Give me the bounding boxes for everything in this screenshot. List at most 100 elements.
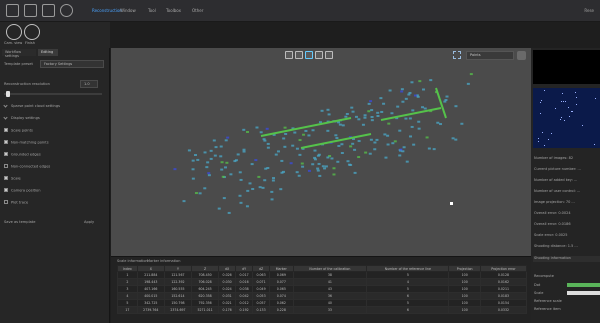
- checkbox-icon[interactable]: [4, 176, 8, 180]
- check-icon[interactable]: [24, 24, 40, 40]
- point-marker: [357, 140, 361, 143]
- export-icon[interactable]: [42, 4, 55, 17]
- menu-window[interactable]: Window: [120, 8, 136, 13]
- checkbox-icon[interactable]: [4, 152, 8, 156]
- point-marker: [213, 154, 217, 157]
- table-cell: 0.065: [269, 285, 294, 293]
- cursor-point: [450, 202, 453, 205]
- checkbox-scale-points[interactable]: Scale points: [4, 128, 33, 133]
- checkbox-grounded-edges[interactable]: Grounded edges: [4, 152, 41, 157]
- checkbox-icon[interactable]: [4, 164, 8, 168]
- checkbox-non-matching[interactable]: Non-matching points: [4, 140, 49, 145]
- checkbox-label: Non-matching points: [11, 140, 49, 145]
- tab-scale-information[interactable]: Scale information: [117, 259, 148, 263]
- camera-marker: [548, 139, 549, 140]
- checkbox-plot-trace[interactable]: Plot trace: [4, 200, 28, 205]
- table-cell: 100: [448, 306, 481, 314]
- resolution-slider[interactable]: [4, 91, 102, 97]
- menubar-right-text[interactable]: Rese: [584, 8, 594, 13]
- point-marker: [245, 130, 249, 133]
- checkbox-label: Plot trace: [11, 200, 29, 205]
- table-cell: 122.392: [163, 278, 193, 286]
- point-marker: [289, 162, 293, 165]
- checkbox-scale[interactable]: Scale: [4, 176, 21, 181]
- camera-marker: [561, 101, 562, 102]
- table-cell: 792.356: [190, 299, 220, 307]
- apply-button[interactable]: Apply: [84, 220, 94, 224]
- checkbox-icon[interactable]: [4, 140, 8, 144]
- color-row-ref-item: Reference item: [534, 307, 561, 311]
- table-cell: 160.555: [163, 285, 193, 293]
- point-marker: [224, 139, 228, 142]
- info-line: Overall error: 0.0186: [534, 222, 571, 226]
- menu-reconstruction[interactable]: Reconstruction: [92, 8, 122, 13]
- table-cell: 0.071: [252, 278, 271, 286]
- table-row[interactable]: 5 342.725 150.798 792.356 0.021 0.012 0.057 0.0…: [117, 299, 528, 307]
- point-marker: [345, 112, 349, 115]
- table-row[interactable]: 3 407.166 160.555 604.245 0.024 0.038 0.049 0.0…: [117, 285, 528, 293]
- 3d-viewport[interactable]: Points: [111, 48, 531, 256]
- camera-marker: [540, 102, 541, 103]
- table-row[interactable]: 4 400.015 152.614 620.358 0.031 0.042 0.053 0.0…: [117, 292, 528, 300]
- table-cell: 0.049: [252, 285, 271, 293]
- point-marker: [251, 188, 255, 191]
- tab-workflow-settings[interactable]: Workflow settings: [2, 49, 36, 58]
- point-marker: [222, 197, 226, 200]
- point-marker: [219, 145, 223, 148]
- point-marker: [407, 93, 411, 96]
- save-icon[interactable]: [6, 4, 19, 17]
- point-marker: [386, 143, 390, 146]
- point-marker: [444, 99, 448, 102]
- point-marker: [425, 136, 429, 139]
- checkbox-icon[interactable]: [4, 128, 8, 132]
- point-marker: [274, 153, 278, 156]
- point-marker: [384, 156, 388, 159]
- point-marker: [242, 150, 246, 153]
- checkbox-camera-position[interactable]: Camera position: [4, 188, 40, 193]
- point-marker: [361, 123, 365, 126]
- scale-color-swatch[interactable]: [567, 291, 600, 295]
- display-section[interactable]: Display settings: [3, 115, 40, 120]
- action-toolbar: Cam. view Finish: [0, 22, 110, 48]
- table-cell: 0.0162: [479, 278, 528, 286]
- point-marker: [390, 112, 394, 115]
- play-icon[interactable]: [6, 24, 22, 40]
- template-label: Template preset: [4, 62, 33, 66]
- resolution-input[interactable]: 1.0: [80, 80, 98, 88]
- table-cell: 100: [448, 271, 481, 279]
- tab-marker-information[interactable]: Marker information: [147, 259, 180, 263]
- open-folder-icon[interactable]: [24, 4, 37, 17]
- point-marker: [246, 189, 250, 192]
- point-marker: [221, 175, 225, 178]
- point-marker: [239, 178, 243, 181]
- point-marker: [388, 89, 392, 92]
- checkbox-non-connected[interactable]: Non-connected edges: [4, 164, 50, 169]
- save-template-button[interactable]: Save as template: [4, 220, 35, 224]
- table-row[interactable]: 2 198.443 122.392 706.028 0.030 0.016 0.071 0.0…: [117, 278, 528, 286]
- point-marker: [182, 200, 186, 203]
- point-marker: [280, 159, 284, 162]
- table-row[interactable]: 17 2739.764 2374.697 5271.011 0.176 0.192 0.13…: [117, 306, 528, 314]
- menu-toolbox[interactable]: Toolbox: [166, 8, 181, 13]
- table-row[interactable]: 1 211.884 121.567 708.450 0.026 0.017 0.063 0.0…: [117, 271, 528, 279]
- checkbox-label: Grounded edges: [11, 152, 41, 157]
- table-cell: 38: [292, 271, 368, 279]
- recompute-label[interactable]: Recompute: [534, 274, 554, 278]
- shooting-info-label: Shooting information: [534, 256, 571, 260]
- checkbox-icon[interactable]: [4, 188, 8, 192]
- settings-icon[interactable]: [60, 4, 73, 17]
- menu-tool[interactable]: Tool: [148, 8, 156, 13]
- point-marker: [214, 146, 218, 149]
- table-cell: 40: [292, 299, 368, 307]
- slider-knob[interactable]: [6, 91, 10, 97]
- tab-editing[interactable]: Editing: [38, 49, 58, 56]
- sparse-section[interactable]: Sparse point cloud settings: [3, 103, 60, 108]
- checkbox-icon[interactable]: [4, 200, 8, 204]
- point-marker: [320, 109, 324, 112]
- point-marker: [422, 88, 426, 91]
- camera-marker: [582, 125, 583, 126]
- menu-other[interactable]: Other: [192, 8, 203, 13]
- template-select[interactable]: Factory Settings: [40, 60, 104, 68]
- dot-color-swatch[interactable]: [567, 283, 600, 287]
- resolution-label: Reconstruction resolution: [4, 82, 50, 86]
